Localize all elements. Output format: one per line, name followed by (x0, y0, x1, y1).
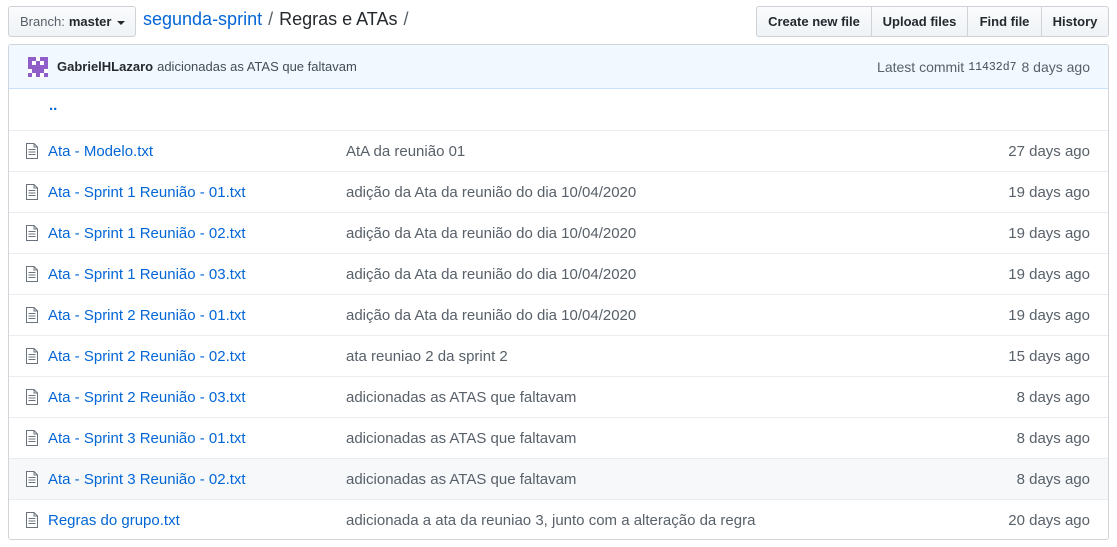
file-row: Ata - Sprint 1 Reunião - 01.txt adição d… (9, 171, 1108, 212)
find-file-button[interactable]: Find file (967, 6, 1042, 37)
file-row: Ata - Sprint 2 Reunião - 02.txt ata reun… (9, 335, 1108, 376)
file-row: Ata - Sprint 2 Reunião - 01.txt adição d… (9, 294, 1108, 335)
file-commit-age: 8 days ago (1016, 388, 1090, 406)
history-button[interactable]: History (1041, 6, 1109, 37)
file-commit-message-link[interactable]: adicionadas as ATAS que faltavam (346, 471, 576, 488)
file-name-link[interactable]: Ata - Modelo.txt (48, 143, 153, 160)
file-row: Ata - Sprint 1 Reunião - 03.txt adição d… (9, 253, 1108, 294)
file-commit-age: 20 days ago (1008, 511, 1090, 529)
file-name-link[interactable]: Ata - Sprint 1 Reunião - 03.txt (48, 266, 246, 283)
file-name-link[interactable]: Regras do grupo.txt (48, 512, 180, 529)
commit-age: 8 days ago (1021, 59, 1091, 75)
file-row: Ata - Modelo.txt AtA da reunião 01 27 da… (9, 130, 1108, 171)
create-new-file-button[interactable]: Create new file (756, 6, 872, 37)
file-text-icon (26, 430, 38, 446)
file-text-icon (26, 389, 38, 405)
file-row: Ata - Sprint 1 Reunião - 02.txt adição d… (9, 212, 1108, 253)
breadcrumb-separator: / (403, 9, 409, 29)
breadcrumb-current-folder: Regras e ATAs (279, 9, 398, 29)
file-commit-message-link[interactable]: adicionada a ata da reuniao 3, junto com… (346, 512, 755, 529)
file-commit-message-link[interactable]: ata reuniao 2 da sprint 2 (346, 348, 508, 365)
file-table: GabrielHLazaro adicionadas as ATAS que f… (8, 44, 1109, 540)
file-row: Ata - Sprint 3 Reunião - 01.txt adiciona… (9, 417, 1108, 458)
parent-directory-link[interactable]: .. (49, 97, 57, 114)
file-row: Regras do grupo.txt adicionada a ata da … (9, 499, 1108, 539)
file-commit-age: 19 days ago (1008, 224, 1090, 242)
file-commit-age: 27 days ago (1008, 142, 1090, 160)
file-commit-message-link[interactable]: adição da Ata da reunião do dia 10/04/20… (346, 225, 636, 242)
file-commit-age: 19 days ago (1008, 183, 1090, 201)
breadcrumb-repo-link[interactable]: segunda-sprint (143, 9, 262, 30)
file-text-icon (26, 143, 38, 159)
branch-selector-button[interactable]: Branch: master (8, 6, 136, 37)
file-row: Ata - Sprint 2 Reunião - 03.txt adiciona… (9, 376, 1108, 417)
file-text-icon (26, 225, 38, 241)
commit-author-link[interactable]: GabrielHLazaro (57, 59, 153, 74)
file-text-icon (26, 307, 38, 323)
file-commit-message-link[interactable]: adição da Ata da reunião do dia 10/04/20… (346, 307, 636, 324)
file-commit-age: 8 days ago (1016, 470, 1090, 488)
latest-commit-info: Latest commit 11432d7 8 days ago (877, 45, 1090, 89)
file-name-link[interactable]: Ata - Sprint 3 Reunião - 02.txt (48, 471, 246, 488)
branch-label: Branch: (20, 14, 65, 29)
breadcrumb-separator: / (268, 9, 274, 29)
avatar[interactable] (28, 56, 48, 77)
file-actions-button-group: Create new file Upload files Find file H… (756, 6, 1109, 37)
latest-commit-label: Latest commit (877, 59, 965, 75)
file-row: Ata - Sprint 3 Reunião - 02.txt adiciona… (9, 458, 1108, 499)
branch-name: master (68, 14, 112, 29)
repo-toolbar: Branch: master segunda-sprint / Regras e… (8, 6, 1109, 37)
upload-files-button[interactable]: Upload files (871, 6, 968, 37)
commit-message-link[interactable]: adicionadas as ATAS que faltavam (157, 59, 357, 74)
file-commit-message-link[interactable]: adicionadas as ATAS que faltavam (346, 389, 576, 406)
file-text-icon (26, 471, 38, 487)
file-commit-age: 19 days ago (1008, 265, 1090, 283)
commit-sha-link[interactable]: 11432d7 (968, 61, 1016, 74)
file-commit-age: 15 days ago (1008, 347, 1090, 365)
file-text-icon (26, 348, 38, 364)
breadcrumb: segunda-sprint / Regras e ATAs / (143, 9, 415, 30)
file-text-icon (26, 512, 38, 528)
file-text-icon (26, 266, 38, 282)
file-name-link[interactable]: Ata - Sprint 2 Reunião - 02.txt (48, 348, 246, 365)
file-name-link[interactable]: Ata - Sprint 1 Reunião - 01.txt (48, 184, 246, 201)
file-commit-message-link[interactable]: adição da Ata da reunião do dia 10/04/20… (346, 184, 636, 201)
latest-commit-bar: GabrielHLazaro adicionadas as ATAS que f… (9, 45, 1108, 89)
file-commit-message-link[interactable]: adicionadas as ATAS que faltavam (346, 430, 576, 447)
file-name-link[interactable]: Ata - Sprint 1 Reunião - 02.txt (48, 225, 246, 242)
file-name-link[interactable]: Ata - Sprint 3 Reunião - 01.txt (48, 430, 246, 447)
file-commit-age: 8 days ago (1016, 429, 1090, 447)
file-name-link[interactable]: Ata - Sprint 2 Reunião - 01.txt (48, 307, 246, 324)
file-commit-age: 19 days ago (1008, 306, 1090, 324)
file-commit-message-link[interactable]: AtA da reunião 01 (346, 143, 465, 160)
file-name-link[interactable]: Ata - Sprint 2 Reunião - 03.txt (48, 389, 246, 406)
file-text-icon (26, 184, 38, 200)
file-commit-message-link[interactable]: adição da Ata da reunião do dia 10/04/20… (346, 266, 636, 283)
caret-down-icon (117, 20, 126, 25)
parent-directory-row: .. (9, 89, 1108, 130)
